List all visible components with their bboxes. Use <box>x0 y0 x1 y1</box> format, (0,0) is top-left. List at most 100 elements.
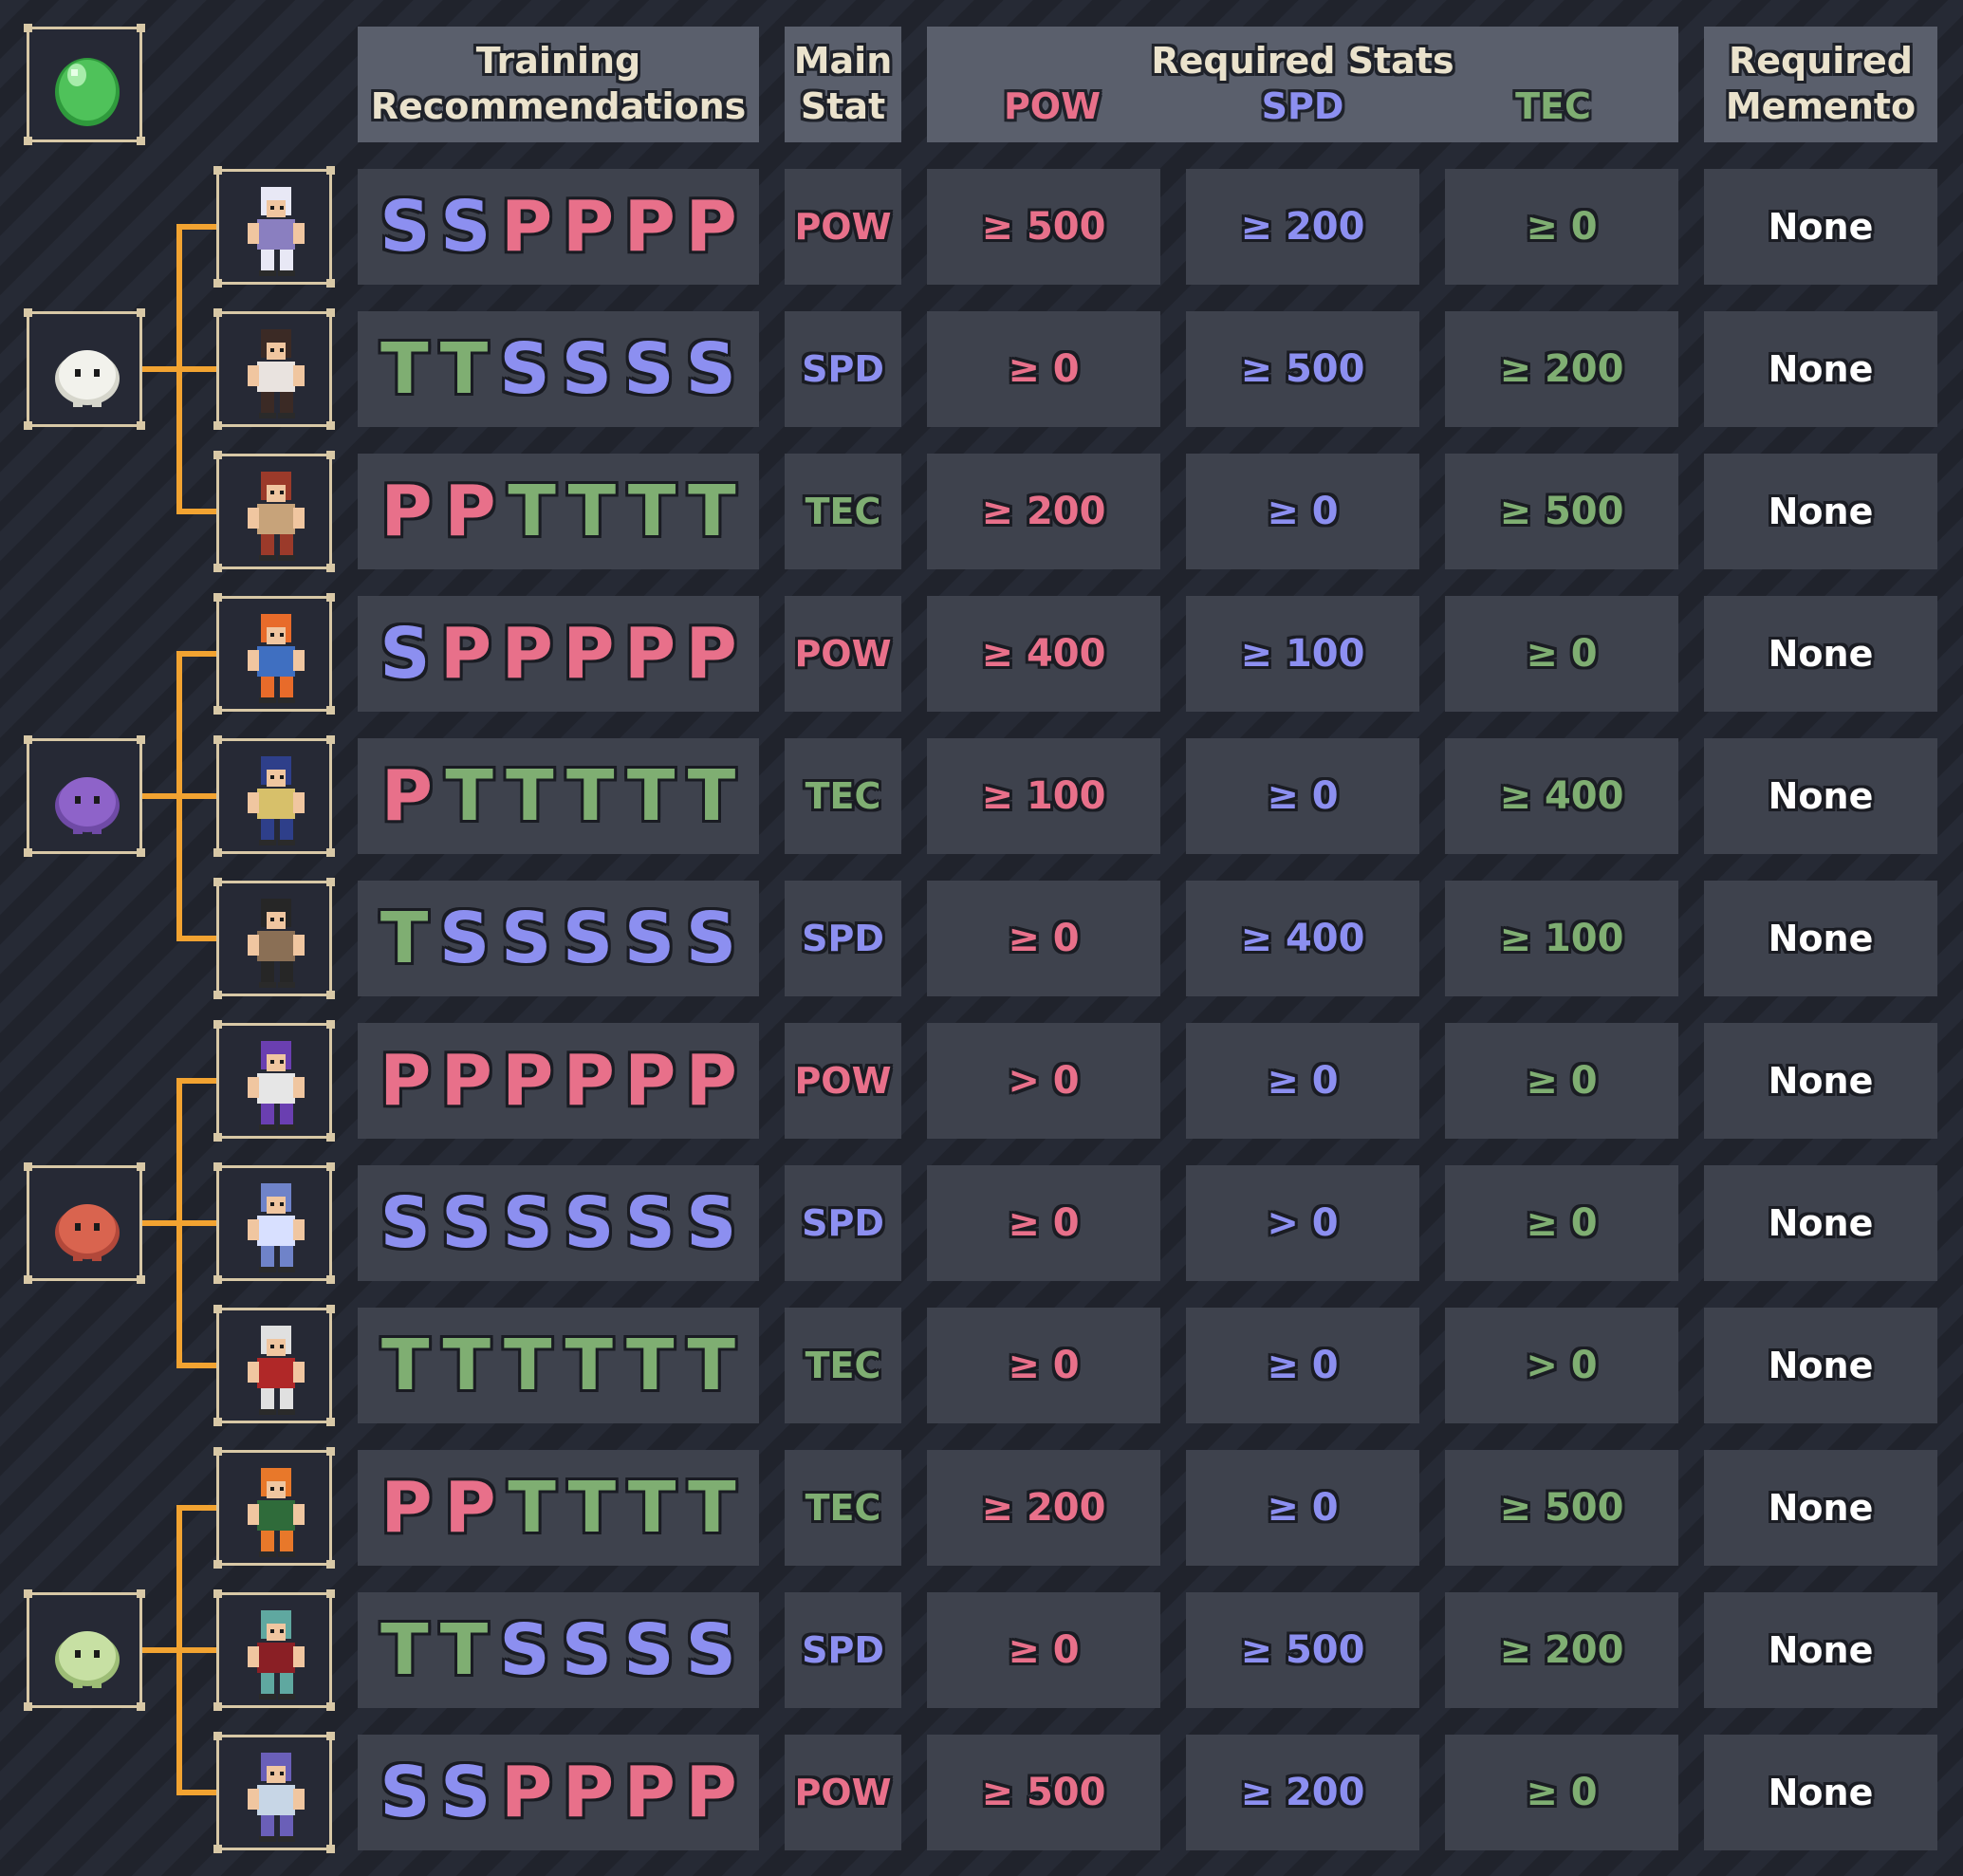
main-stat-cell: POW <box>785 1735 901 1850</box>
recommendation-letter: T <box>506 755 554 837</box>
recommendation-letter: S <box>440 1752 491 1833</box>
main-stat-cell: POW <box>785 1023 901 1139</box>
recommendation-letter: P <box>685 613 737 695</box>
evolution-group-frame[interactable] <box>24 308 142 430</box>
green-hat-elf-character-icon <box>248 1468 305 1557</box>
tree-connector-line <box>176 651 182 941</box>
recommendation-letter: S <box>380 186 431 268</box>
evolution-group-frame[interactable] <box>24 1162 142 1284</box>
green-round-blob-icon <box>55 1631 120 1688</box>
recommendation-letter: S <box>685 1609 736 1691</box>
character-portrait-frame[interactable] <box>213 1162 332 1284</box>
recommendation-letter: T <box>381 1325 430 1406</box>
training-recommendations-cell: SSPPPP <box>358 1735 759 1850</box>
recommendation-letter: P <box>623 613 676 695</box>
required-memento-cell: None <box>1704 1592 1937 1708</box>
recommendation-letter: S <box>685 898 737 979</box>
character-portrait-frame[interactable] <box>213 1020 332 1142</box>
recommendation-letter: P <box>563 1040 615 1122</box>
header-pow-label: POW <box>1003 85 1102 127</box>
character-portrait-frame[interactable] <box>213 878 332 999</box>
main-stat-cell: SPD <box>785 311 901 427</box>
recommendation-letter: P <box>563 613 615 695</box>
white-yeti-character-icon <box>248 1326 305 1415</box>
main-stat-cell: TEC <box>785 1308 901 1423</box>
recommendation-letter: S <box>685 328 736 410</box>
main-stat-cell: POW <box>785 596 901 712</box>
root-egg-frame <box>24 24 142 145</box>
header-training-recommendations: Training Recommendations <box>358 27 759 142</box>
required-memento-cell: None <box>1704 311 1937 427</box>
required-spd-cell: ≥ 200 <box>1186 1735 1419 1850</box>
evolution-group-frame[interactable] <box>24 1589 142 1711</box>
recommendation-letter: S <box>499 1609 550 1691</box>
header-tec-label: TEC <box>1515 85 1591 127</box>
training-recommendations-cell: TTSSSS <box>358 311 759 427</box>
character-portrait-frame[interactable] <box>213 593 332 715</box>
recommendation-letter: T <box>439 328 489 410</box>
purple-zombie-jester-character-icon <box>248 1753 305 1842</box>
character-portrait-frame[interactable] <box>213 735 332 857</box>
required-pow-cell: ≥ 0 <box>927 1308 1160 1423</box>
required-tec-cell: ≥ 200 <box>1445 311 1678 427</box>
recommendation-letter: T <box>567 471 617 552</box>
main-stat-cell: TEC <box>785 738 901 854</box>
recommendation-letter: S <box>623 328 675 410</box>
recommendation-letter: T <box>687 1325 735 1406</box>
top-hat-gentleman-character-icon <box>248 899 305 988</box>
required-spd-cell: ≥ 100 <box>1186 596 1419 712</box>
training-recommendations-cell: PPTTTT <box>358 454 759 569</box>
recommendation-letter: S <box>502 1182 553 1264</box>
training-recommendations-cell: TTTTTT <box>358 1308 759 1423</box>
training-recommendations-cell: SPPPPP <box>358 596 759 712</box>
tree-connector-line <box>176 1078 216 1084</box>
training-recommendations-cell: TSSSSS <box>358 881 759 996</box>
recommendation-letter: P <box>501 186 553 268</box>
recommendation-letter: S <box>562 898 614 979</box>
character-portrait-frame[interactable] <box>213 308 332 430</box>
recommendation-letter: P <box>562 186 615 268</box>
recommendation-letter: T <box>442 1325 491 1406</box>
character-portrait-frame[interactable] <box>213 1732 332 1853</box>
recommendation-letter: S <box>623 1609 675 1691</box>
recommendation-letter: T <box>380 328 429 410</box>
main-stat-cell: SPD <box>785 881 901 996</box>
tree-connector-line <box>176 224 182 514</box>
teal-hair-rogue-character-icon <box>248 1610 305 1700</box>
tree-connector-line <box>176 1363 216 1368</box>
recommendation-letter: T <box>688 471 736 552</box>
character-portrait-frame[interactable] <box>213 1305 332 1426</box>
recommendation-letter: S <box>686 1182 737 1264</box>
recommendation-letter: T <box>380 898 429 979</box>
recommendation-letter: T <box>567 1467 617 1549</box>
recommendation-letter: P <box>440 1040 492 1122</box>
evolution-group-frame[interactable] <box>24 735 142 857</box>
recommendation-letter: T <box>566 755 615 837</box>
training-recommendations-cell: SSSSSS <box>358 1165 759 1281</box>
green-egg-icon <box>55 58 120 126</box>
required-pow-cell: ≥ 0 <box>927 311 1160 427</box>
recommendation-letter: S <box>380 1752 431 1833</box>
blue-werewolf-character-icon <box>248 1183 305 1272</box>
required-memento-cell: None <box>1704 1165 1937 1281</box>
character-portrait-frame[interactable] <box>213 1589 332 1711</box>
character-portrait-frame[interactable] <box>213 1447 332 1569</box>
recommendation-letter: S <box>440 186 491 268</box>
white-haired-girl-character-icon <box>248 187 305 276</box>
required-memento-cell: None <box>1704 738 1937 854</box>
recommendation-letter: P <box>380 1467 433 1549</box>
recommendation-letter: T <box>627 471 676 552</box>
character-portrait-frame[interactable] <box>213 451 332 572</box>
tree-connector-line <box>176 1790 216 1795</box>
character-portrait-frame[interactable] <box>213 166 332 288</box>
required-pow-cell: ≥ 0 <box>927 1165 1160 1281</box>
required-spd-cell: > 0 <box>1186 1165 1419 1281</box>
axe-warrior-character-icon <box>248 472 305 561</box>
recommendation-letter: T <box>687 755 736 837</box>
training-recommendations-cell: TTSSSS <box>358 1592 759 1708</box>
header-spd-label: SPD <box>1261 85 1344 127</box>
purple-ghost-blob-icon <box>55 777 120 834</box>
recommendation-letter: P <box>501 1752 553 1833</box>
recommendation-letter: T <box>504 1325 552 1406</box>
required-memento-cell: None <box>1704 454 1937 569</box>
